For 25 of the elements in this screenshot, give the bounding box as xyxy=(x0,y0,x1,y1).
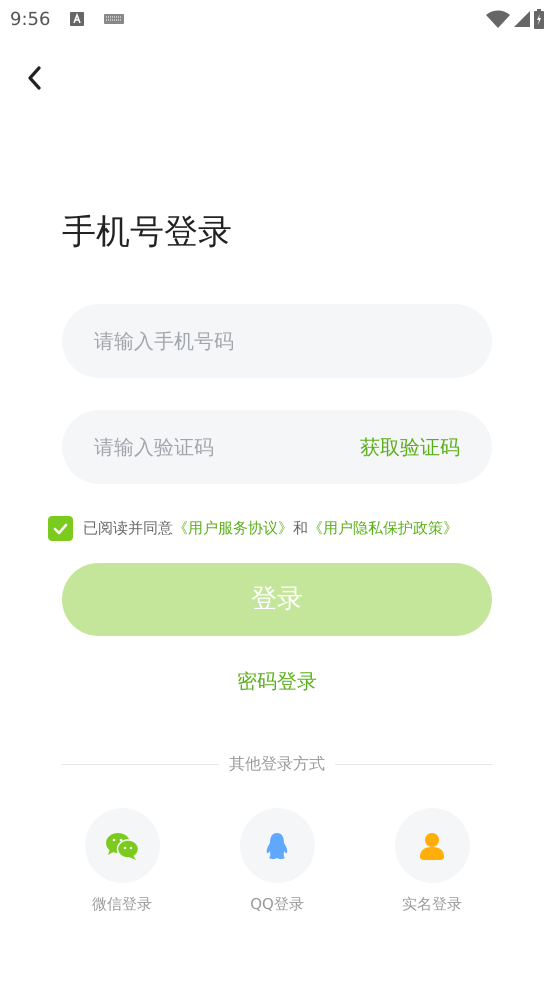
back-icon xyxy=(27,66,41,90)
other-methods-title: 其他登录方式 xyxy=(229,753,325,775)
status-time: 9:56 xyxy=(10,8,50,32)
social-login-label: QQ登录 xyxy=(250,894,304,915)
get-code-link[interactable]: 获取验证码 xyxy=(360,432,460,462)
agreement-text: 和 xyxy=(293,518,308,540)
agreement-link[interactable]: 《用户服务协议》 xyxy=(173,517,293,540)
signal-icon xyxy=(514,11,530,27)
social-login-label: 实名登录 xyxy=(402,894,462,915)
person-icon xyxy=(419,832,445,860)
agree-checkbox[interactable] xyxy=(48,516,73,541)
agreement-text: 已阅读并同意 xyxy=(83,518,173,540)
keyboard-icon xyxy=(104,14,124,24)
battery-icon xyxy=(534,9,544,29)
chat-bubbles-icon xyxy=(105,832,139,860)
keyboard-app-icon xyxy=(70,12,84,26)
password-login-link[interactable]: 密码登录 xyxy=(237,666,317,696)
social-login-label: 微信登录 xyxy=(92,894,152,915)
phone-field[interactable]: 请输入手机号码 xyxy=(62,304,492,378)
check-icon xyxy=(53,522,68,534)
wifi-icon xyxy=(486,10,510,28)
code-field[interactable]: 请输入验证码 获取验证码 xyxy=(62,410,492,484)
penguin-icon xyxy=(265,832,289,860)
page-title: 手机号登录 xyxy=(62,211,233,254)
agreement-link[interactable]: 《用户隐私保护政策》 xyxy=(308,517,458,540)
